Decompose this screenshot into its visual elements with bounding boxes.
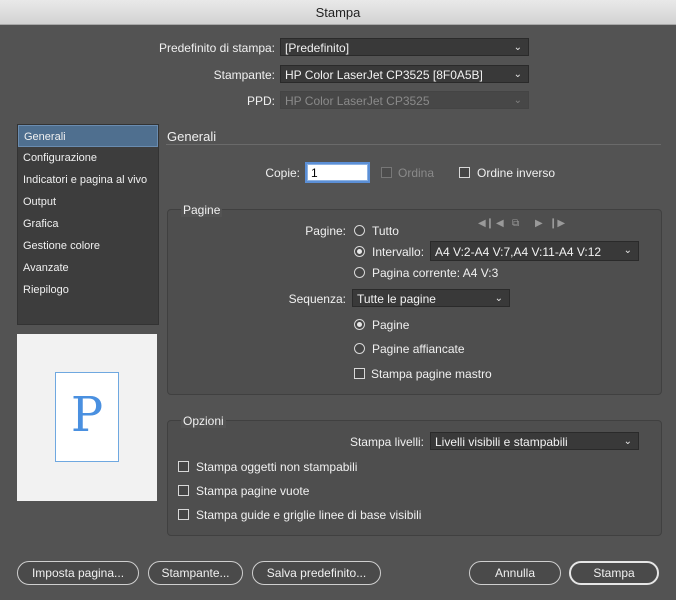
nonprinting-objects-checkbox[interactable] xyxy=(178,461,189,472)
prev-page-icon: ◀ xyxy=(496,218,504,229)
blank-pages-label: Stampa pagine vuote xyxy=(196,484,310,498)
reverse-order-label: Ordine inverso xyxy=(477,166,556,180)
layers-label: Stampa livelli: xyxy=(349,435,424,449)
ppd-value: HP Color LaserJet CP3525 xyxy=(285,94,430,108)
sidebar-item-avanzate[interactable]: Avanzate xyxy=(18,257,158,279)
nonprinting-objects-label: Stampa oggetti non stampabili xyxy=(196,460,358,474)
cancel-button[interactable]: Annulla xyxy=(469,561,561,585)
current-page-label: Pagina corrente: A4 V:3 xyxy=(372,266,499,280)
preset-value: [Predefinito] xyxy=(285,41,350,55)
printer-select[interactable]: HP Color LaserJet CP3525 [8F0A5B] ⌄ xyxy=(280,65,529,83)
master-pages-checkbox[interactable] xyxy=(354,368,365,379)
ppd-label: PPD: xyxy=(246,94,275,108)
range-input[interactable]: A4 V:2-A4 V:7,A4 V:11-A4 V:12 ⌄ xyxy=(430,241,639,261)
section-title: Generali xyxy=(167,129,217,144)
chevron-down-icon: ⌄ xyxy=(513,42,522,53)
collate-label: Ordina xyxy=(398,166,435,180)
chevron-down-icon: ⌄ xyxy=(623,245,632,256)
next-page-icon: ▶ xyxy=(535,218,543,229)
master-pages-label: Stampa pagine mastro xyxy=(371,367,492,381)
title-bar: Stampa xyxy=(0,0,676,25)
page-preview: P xyxy=(17,334,157,501)
sidebar-item-indicatori[interactable]: Indicatori e pagina al vivo xyxy=(18,169,158,191)
spreads-option-label: Pagine affiancate xyxy=(372,342,465,356)
sequence-label: Sequenza: xyxy=(288,292,346,306)
pages-option-label: Pagine xyxy=(372,318,410,332)
pages-option-radio[interactable] xyxy=(354,319,365,330)
sequence-value: Tutte le pagine xyxy=(357,292,436,306)
sidebar-item-output[interactable]: Output xyxy=(18,191,158,213)
sidebar-item-configurazione[interactable]: Configurazione xyxy=(18,147,158,169)
print-button[interactable]: Stampa xyxy=(569,561,659,585)
last-page-icon: ❙▶ xyxy=(549,218,566,229)
preview-letter: P xyxy=(70,387,104,443)
collate-checkbox xyxy=(381,167,392,178)
save-preset-button[interactable]: Salva predefinito... xyxy=(252,561,381,585)
guides-grids-label: Stampa guide e griglie linee di base vis… xyxy=(196,508,422,522)
sidebar: Generali Configurazione Indicatori e pag… xyxy=(17,124,159,325)
chevron-down-icon: ⌄ xyxy=(494,293,503,304)
section-divider xyxy=(166,144,661,145)
sequence-select[interactable]: Tutte le pagine ⌄ xyxy=(352,289,510,307)
sidebar-item-riepilogo[interactable]: Riepilogo xyxy=(18,279,158,301)
all-pages-radio[interactable] xyxy=(354,225,365,236)
range-radio[interactable] xyxy=(354,246,365,257)
printer-value: HP Color LaserJet CP3525 [8F0A5B] xyxy=(285,68,483,82)
pages-icon: ⧉ xyxy=(512,218,520,229)
current-page-radio[interactable] xyxy=(354,267,365,278)
chevron-down-icon: ⌄ xyxy=(513,95,522,106)
printer-label: Stampante: xyxy=(213,68,275,82)
preview-page: P xyxy=(55,372,119,462)
pages-group-title: Pagine xyxy=(181,203,223,217)
guides-grids-checkbox[interactable] xyxy=(178,509,189,520)
sidebar-item-grafica[interactable]: Grafica xyxy=(18,213,158,235)
sidebar-item-generali[interactable]: Generali xyxy=(18,125,158,147)
chevron-down-icon: ⌄ xyxy=(623,436,632,447)
page-setup-button[interactable]: Imposta pagina... xyxy=(17,561,139,585)
blank-pages-checkbox[interactable] xyxy=(178,485,189,496)
copies-label: Copie: xyxy=(265,166,300,180)
range-value: A4 V:2-A4 V:7,A4 V:11-A4 V:12 xyxy=(435,245,602,259)
reverse-order-checkbox[interactable] xyxy=(459,167,470,178)
chevron-down-icon: ⌄ xyxy=(513,69,522,80)
pages-label: Pagine: xyxy=(305,224,346,238)
first-page-icon: ◀❙ xyxy=(478,218,495,229)
spreads-option-radio[interactable] xyxy=(354,343,365,354)
options-group-title: Opzioni xyxy=(181,414,226,428)
range-label: Intervallo: xyxy=(372,245,425,259)
all-pages-label: Tutto xyxy=(372,224,399,238)
layers-value: Livelli visibili e stampabili xyxy=(435,435,568,449)
window-title: Stampa xyxy=(315,5,361,20)
layers-select[interactable]: Livelli visibili e stampabili ⌄ xyxy=(430,432,639,450)
copies-input[interactable]: 1 xyxy=(307,164,368,181)
ppd-select: HP Color LaserJet CP3525 ⌄ xyxy=(280,91,529,109)
preset-select[interactable]: [Predefinito] ⌄ xyxy=(280,38,529,56)
preset-label: Predefinito di stampa: xyxy=(158,41,275,55)
sidebar-item-gestione-colore[interactable]: Gestione colore xyxy=(18,235,158,257)
printer-button[interactable]: Stampante... xyxy=(148,561,243,585)
